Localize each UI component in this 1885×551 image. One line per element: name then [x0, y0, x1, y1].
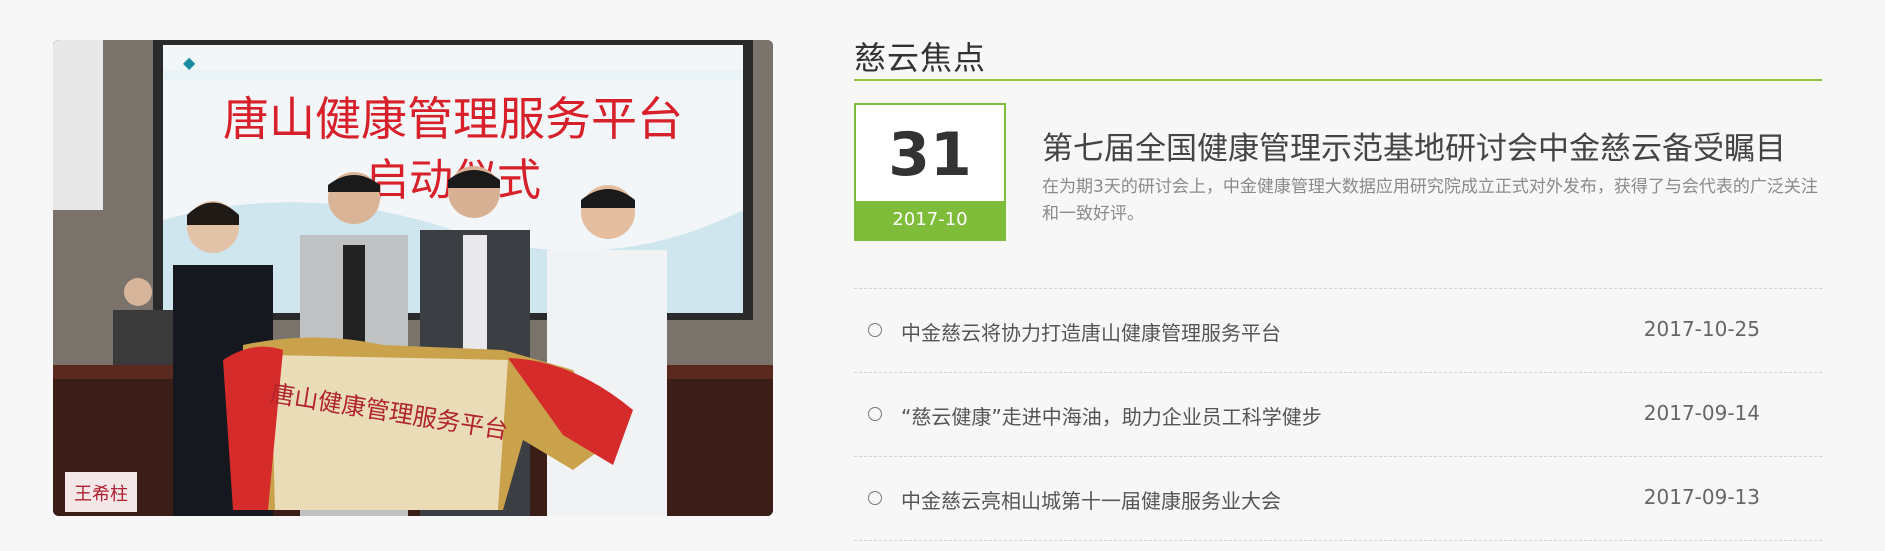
featured-title-link[interactable]: 第七届全国健康管理示范基地研讨会中金慈云备受瞩目 [1042, 123, 1786, 168]
news-list-item[interactable]: 中金慈云将协力打造唐山健康管理服务平台 2017-10-25 [854, 289, 1822, 373]
featured-year-month: 2017-10 [856, 201, 1004, 239]
circle-bullet-icon [868, 491, 882, 505]
news-date: 2017-09-13 [1643, 485, 1760, 509]
featured-day: 31 [888, 120, 972, 190]
circle-bullet-icon [868, 323, 882, 337]
news-list-item[interactable]: 中金慈云亮相山城第十一届健康服务业大会 2017-09-13 [854, 457, 1822, 541]
section-title: 慈云焦点 [854, 38, 1822, 81]
ceremony-photo: ◆ 唐山健康管理服务平台 启动仪式 王希柱 唐山健康管理服务平台 [53, 40, 773, 516]
news-date: 2017-09-14 [1643, 401, 1760, 425]
news-photo[interactable]: ◆ 唐山健康管理服务平台 启动仪式 王希柱 唐山健康管理服务平台 [53, 40, 773, 516]
featured-summary: 在为期3天的研讨会上，中金健康管理大数据应用研究院成立正式对外发布，获得了与会代… [1042, 177, 1818, 224]
news-date: 2017-10-25 [1643, 317, 1760, 341]
featured-date-box: 31 2017-10 [854, 103, 1006, 241]
news-title-link[interactable]: 中金慈云将协力打造唐山健康管理服务平台 [901, 317, 1281, 346]
news-title-link[interactable]: “慈云健康”走进中海油，助力企业员工科学健步 [901, 401, 1322, 430]
circle-bullet-icon [868, 407, 882, 421]
banner-title: 唐山健康管理服务平台 [223, 94, 683, 145]
news-list-item[interactable]: “慈云健康”走进中海油，助力企业员工科学健步 2017-09-14 [854, 373, 1822, 457]
featured-news[interactable]: 31 2017-10 第七届全国健康管理示范基地研讨会中金慈云备受瞩目 在为期3… [854, 103, 1822, 289]
news-list: 中金慈云将协力打造唐山健康管理服务平台 2017-10-25 “慈云健康”走进中… [854, 289, 1822, 541]
news-section: 慈云焦点 31 2017-10 第七届全国健康管理示范基地研讨会中金慈云备受瞩目… [854, 38, 1822, 541]
banner-logo-icon: ◆ [183, 53, 196, 72]
name-card: 王希柱 [74, 484, 128, 505]
news-title-link[interactable]: 中金慈云亮相山城第十一届健康服务业大会 [901, 485, 1281, 514]
